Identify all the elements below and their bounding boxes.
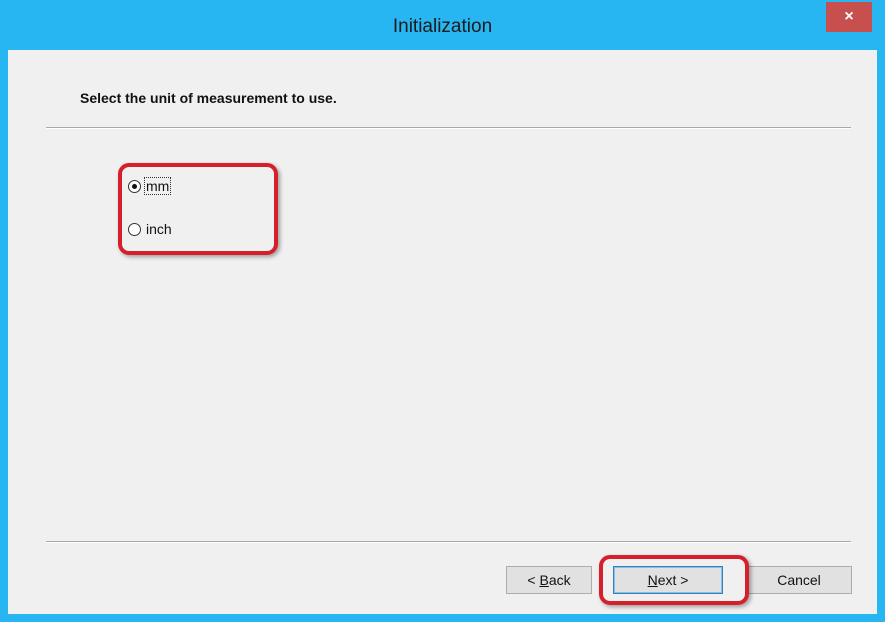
back-button-rest: ack [548,572,571,588]
window-title: Initialization [392,16,493,37]
dialog-content: Select the unit of measurement to use. m… [8,50,877,614]
header-divider [46,127,851,129]
initialization-dialog: Initialization × Select the unit of meas… [0,0,885,622]
title-bar[interactable]: Initialization × [0,0,885,50]
back-button[interactable]: < Back [506,566,592,594]
next-button-highlight [599,555,749,605]
footer-divider [46,541,851,543]
back-button-prefix: < [527,572,540,588]
back-button-mnemonic: B [539,572,549,588]
close-button[interactable]: × [826,2,872,32]
cancel-button[interactable]: Cancel [746,566,852,594]
unit-options-highlight [118,163,278,255]
instruction-heading: Select the unit of measurement to use. [80,90,337,106]
